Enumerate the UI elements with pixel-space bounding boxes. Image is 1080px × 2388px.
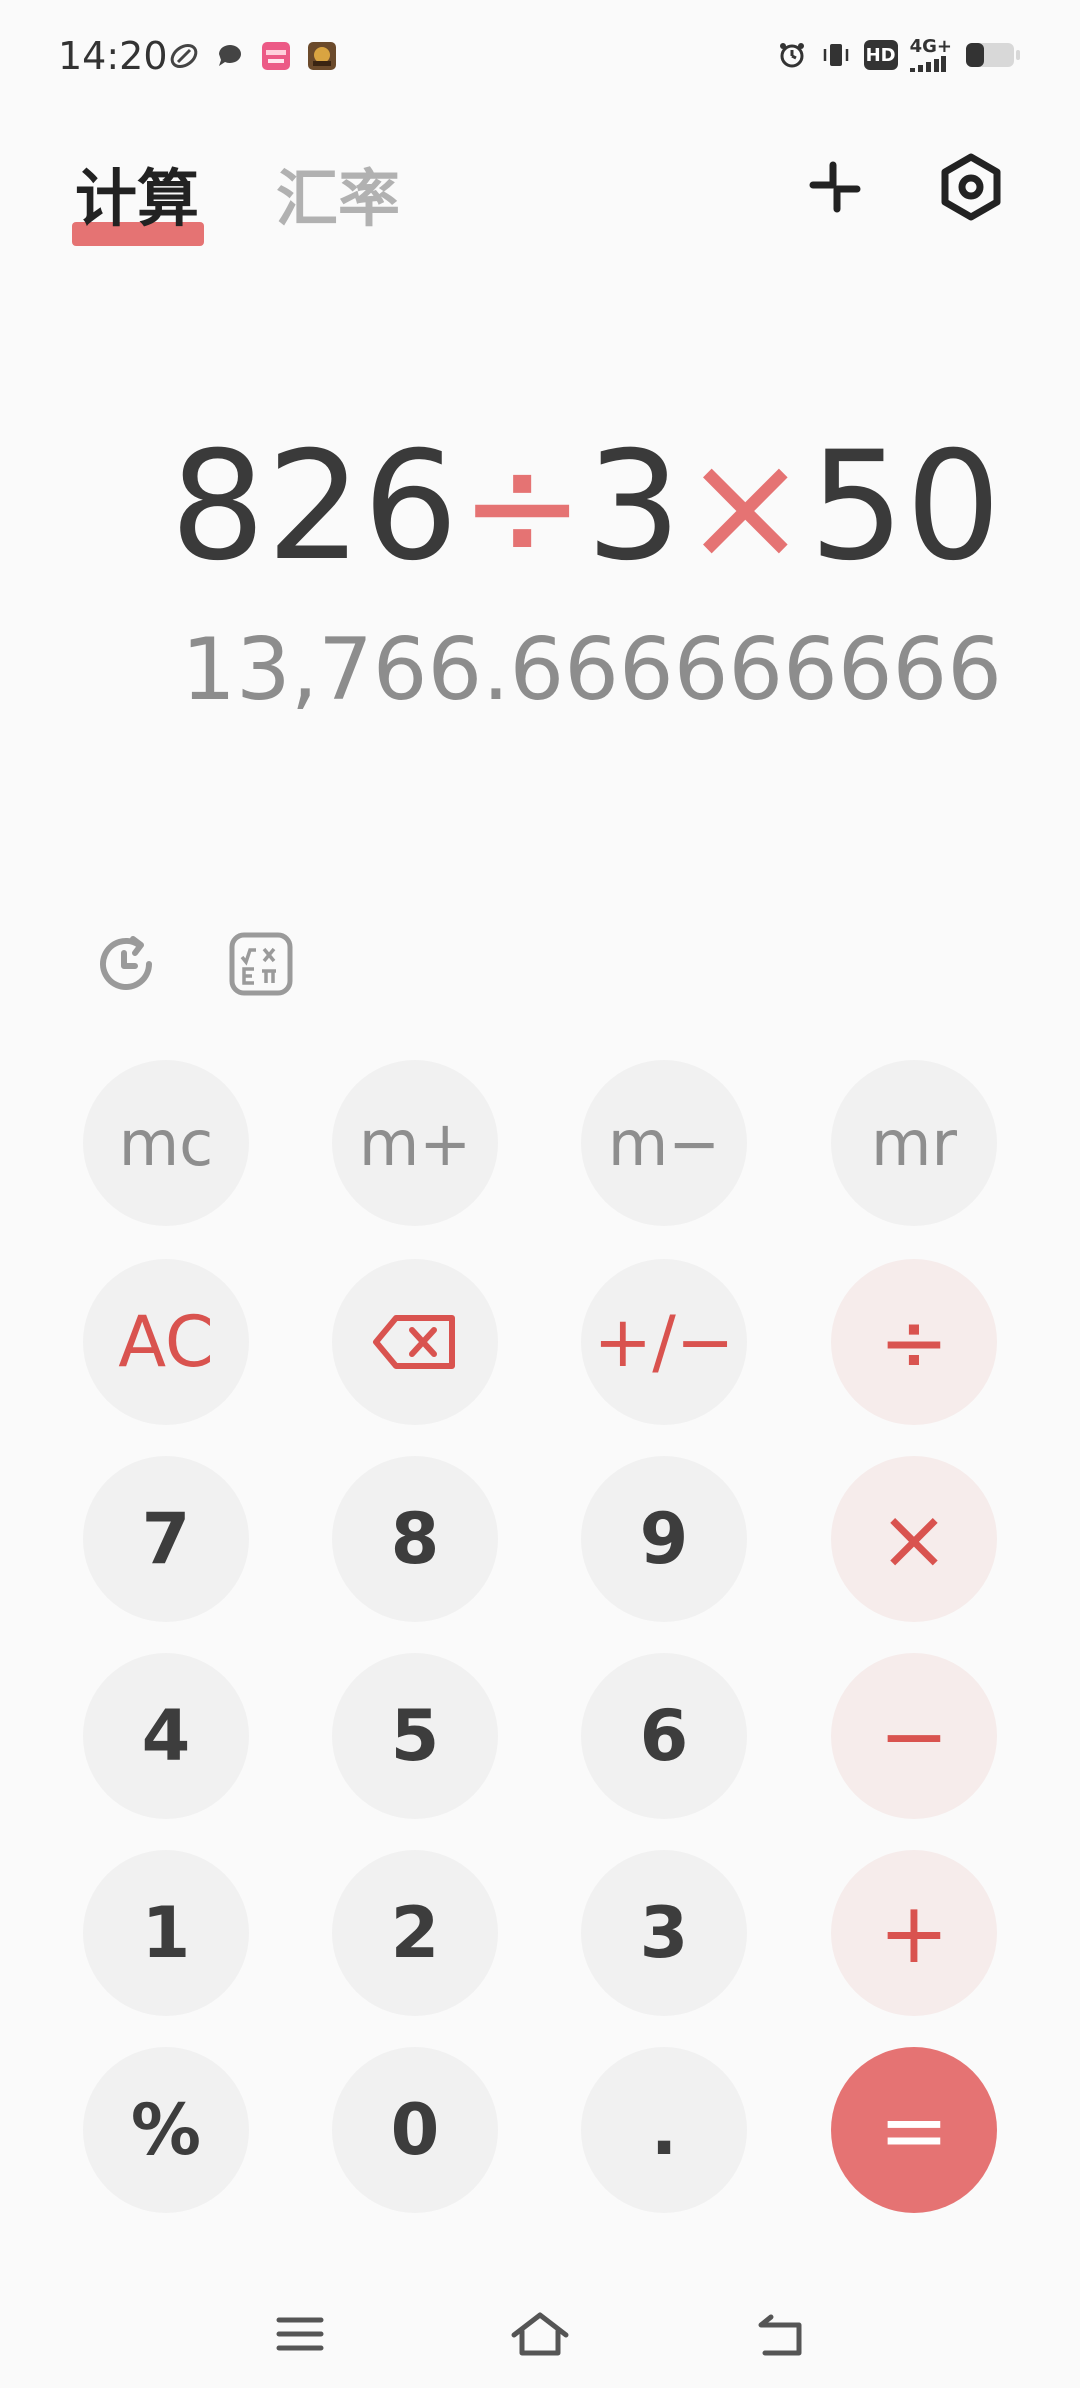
- multiply-button[interactable]: ×: [831, 1456, 997, 1622]
- network-label: 4G+: [909, 36, 952, 57]
- scientific-mode-button[interactable]: [221, 924, 301, 1004]
- status-bar: 14:20 HD 4G+: [0, 0, 1080, 110]
- home-icon: [511, 2312, 569, 2356]
- header: 计算 汇率: [0, 130, 1080, 260]
- nav-back-button[interactable]: [748, 2302, 812, 2366]
- digit-4-button[interactable]: 4: [83, 1653, 249, 1819]
- expression-operator: ×: [682, 420, 810, 594]
- history-icon: [100, 936, 152, 990]
- digit-3-button[interactable]: 3: [581, 1850, 747, 2016]
- digit-9-button[interactable]: 9: [581, 1456, 747, 1622]
- decimal-point-button[interactable]: .: [581, 2047, 747, 2213]
- digit-0-button[interactable]: 0: [332, 2047, 498, 2213]
- back-icon: [758, 2314, 802, 2356]
- expression-display: 826÷3×50: [170, 420, 1002, 594]
- tab-calculator[interactable]: 计算: [75, 148, 199, 238]
- equals-button[interactable]: =: [831, 2047, 997, 2213]
- navigation-bar: [0, 2280, 1080, 2388]
- memory-recall-button[interactable]: mr: [831, 1060, 997, 1226]
- app-badge-pink-icon: [260, 40, 292, 72]
- rugby-ball-icon: [168, 40, 200, 72]
- menu-icon: [276, 2317, 324, 2351]
- nav-menu-button[interactable]: [268, 2302, 332, 2366]
- digit-6-button[interactable]: 6: [581, 1653, 747, 1819]
- subtract-button[interactable]: −: [831, 1653, 997, 1819]
- memory-clear-button[interactable]: mc: [83, 1060, 249, 1226]
- scientific-functions-icon: [229, 932, 293, 996]
- expression-operator: ÷: [459, 420, 586, 594]
- compress-icon: [809, 161, 861, 213]
- result-display: 13,766.666666666: [181, 620, 1002, 720]
- status-left-icons: [168, 40, 338, 72]
- vibrate-icon: [820, 39, 852, 71]
- digit-2-button[interactable]: 2: [332, 1850, 498, 2016]
- backspace-button[interactable]: [332, 1259, 498, 1425]
- battery-icon: [964, 39, 1022, 71]
- compress-button[interactable]: [790, 142, 880, 232]
- chat-bubble-icon: [214, 40, 246, 72]
- status-time: 14:20: [58, 34, 168, 78]
- digit-1-button[interactable]: 1: [83, 1850, 249, 2016]
- backspace-icon: [373, 1315, 455, 1369]
- expression-operand: 826: [170, 420, 460, 594]
- history-button[interactable]: [86, 924, 166, 1004]
- settings-hexagon-icon: [941, 153, 1001, 221]
- memory-subtract-button[interactable]: m−: [581, 1060, 747, 1226]
- percent-button[interactable]: %: [83, 2047, 249, 2213]
- all-clear-button[interactable]: AC: [83, 1259, 249, 1425]
- expression-operand: 50: [809, 420, 1002, 594]
- digit-8-button[interactable]: 8: [332, 1456, 498, 1622]
- negate-button[interactable]: +/−: [581, 1259, 747, 1425]
- nav-home-button[interactable]: [508, 2302, 572, 2366]
- tab-exchange-rate[interactable]: 汇率: [276, 148, 400, 238]
- divide-button[interactable]: ÷: [831, 1259, 997, 1425]
- settings-button[interactable]: [926, 142, 1016, 232]
- alarm-icon: [776, 39, 808, 71]
- memory-add-button[interactable]: m+: [332, 1060, 498, 1226]
- signal-4g-icon: 4G+: [909, 36, 952, 72]
- digit-5-button[interactable]: 5: [332, 1653, 498, 1819]
- status-right-icons: HD 4G+: [776, 38, 1022, 72]
- digit-7-button[interactable]: 7: [83, 1456, 249, 1622]
- app-badge-game-icon: [306, 40, 338, 72]
- hd-icon: HD: [863, 40, 898, 70]
- add-button[interactable]: +: [831, 1850, 997, 2016]
- expression-operand: 3: [586, 420, 683, 594]
